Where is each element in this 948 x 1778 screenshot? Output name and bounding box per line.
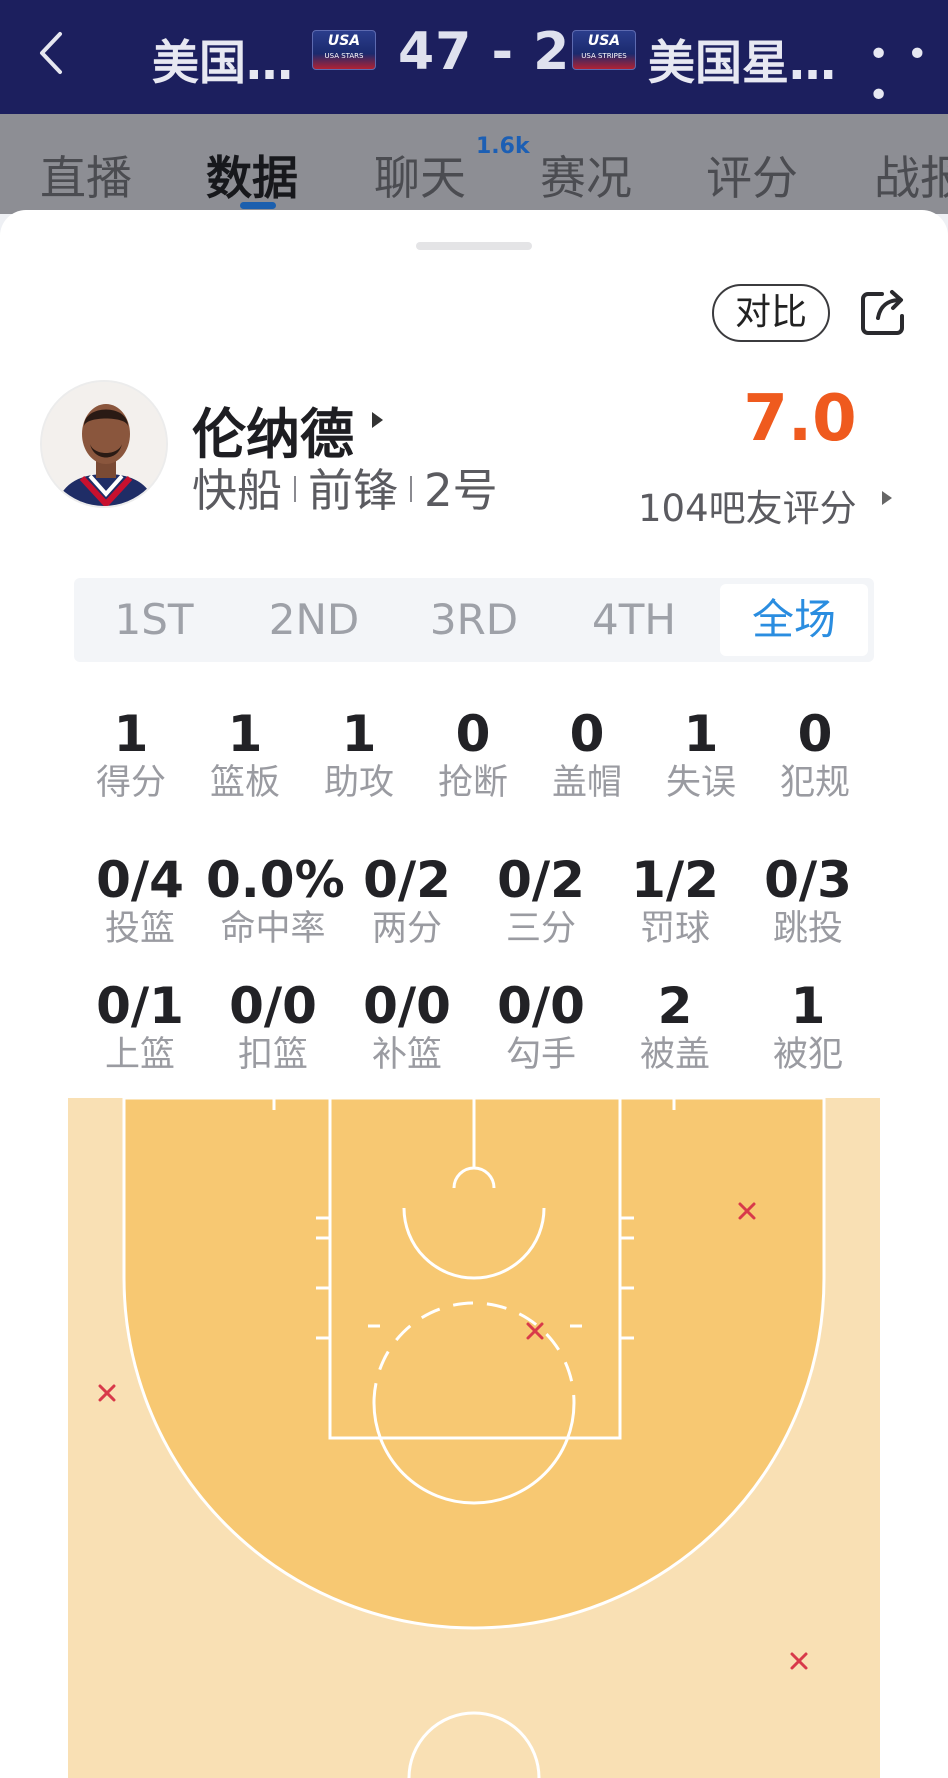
stat-points: 1 得分 xyxy=(95,705,166,803)
tab-chat[interactable]: 聊天 xyxy=(374,142,466,208)
sheet-drag-handle[interactable] xyxy=(416,242,532,250)
stat-fouled: 1 被犯 xyxy=(772,977,843,1075)
team-right-logo: USA USA STRIPES xyxy=(572,30,636,70)
stat-three-pointers: 0/2 三分 xyxy=(497,851,585,949)
team-right-name[interactable]: 美国星… xyxy=(648,24,836,93)
active-tab-indicator xyxy=(240,202,276,209)
match-tabs: 直播 数据 聊天 1.6k 赛况 评分 战报 xyxy=(0,114,948,214)
team-left-name[interactable]: 美国… xyxy=(152,24,293,93)
stat-field-goals: 0/4 投篮 xyxy=(96,851,184,949)
chevron-left-icon[interactable] xyxy=(30,28,76,78)
stat-fg-percentage: 0.0% 命中率 xyxy=(206,851,345,949)
tab-game-status[interactable]: 赛况 xyxy=(540,142,632,208)
stat-assists: 1 助攻 xyxy=(323,705,394,803)
chat-count-badge: 1.6k xyxy=(476,134,530,159)
tab-stats[interactable]: 数据 xyxy=(206,142,298,208)
divider xyxy=(410,476,413,502)
player-number: 2号 xyxy=(424,464,498,517)
stat-dunks: 0/0 扣篮 xyxy=(229,977,317,1075)
stat-rebounds: 1 篮板 xyxy=(209,705,280,803)
stat-hook-shots: 0/0 勾手 xyxy=(497,977,585,1075)
stat-two-pointers: 0/2 两分 xyxy=(363,851,451,949)
stat-jump-shots: 0/3 跳投 xyxy=(764,851,852,949)
tab-report[interactable]: 战报 xyxy=(874,142,948,208)
stat-layups: 0/1 上篮 xyxy=(96,977,184,1075)
player-meta: 快船 前锋 2号 xyxy=(192,454,498,519)
period-full-game[interactable]: 全场 xyxy=(720,584,868,656)
period-2nd[interactable]: 2ND xyxy=(234,578,394,662)
caret-right-icon[interactable] xyxy=(882,491,892,505)
player-portrait-icon xyxy=(42,382,166,506)
stat-free-throws: 1/2 罚球 xyxy=(631,851,719,949)
stat-blocked: 2 被盖 xyxy=(639,977,710,1075)
tab-ratings[interactable]: 评分 xyxy=(706,142,798,208)
stat-steals: 0 抢断 xyxy=(437,705,508,803)
period-selector: 1ST 2ND 3RD 4TH 全场 xyxy=(74,578,874,662)
period-1st[interactable]: 1ST xyxy=(74,578,234,662)
stat-blocks: 0 盖帽 xyxy=(551,705,622,803)
team-left-logo: USA USA STARS xyxy=(312,30,376,70)
stat-tip-ins: 0/0 补篮 xyxy=(363,977,451,1075)
stat-fouls: 0 犯规 xyxy=(779,705,850,803)
compare-button[interactable]: 对比 xyxy=(712,284,830,342)
shot-chart-court xyxy=(68,1098,880,1778)
caret-right-icon[interactable] xyxy=(372,412,383,428)
more-dots-icon[interactable]: • • • xyxy=(868,34,948,116)
tab-live[interactable]: 直播 xyxy=(40,142,132,208)
player-avatar[interactable] xyxy=(40,380,168,508)
period-4th[interactable]: 4TH xyxy=(554,578,714,662)
raters-count-link[interactable]: 104吧友评分 xyxy=(638,478,857,532)
player-team: 快船 xyxy=(192,464,283,517)
match-header: 美国… USA USA STARS 47 - 21 USA USA STRIPE… xyxy=(0,0,948,116)
player-position: 前锋 xyxy=(308,464,399,517)
divider xyxy=(294,476,297,502)
player-rating: 7.0 xyxy=(743,382,857,456)
stat-turnovers: 1 失误 xyxy=(665,705,736,803)
share-icon[interactable] xyxy=(858,288,908,338)
period-3rd[interactable]: 3RD xyxy=(394,578,554,662)
player-stats-sheet: 对比 伦纳德 快船 前锋 2号 7.0 104吧友评分 1ST 2ND 3RD 4T… xyxy=(0,210,948,1778)
